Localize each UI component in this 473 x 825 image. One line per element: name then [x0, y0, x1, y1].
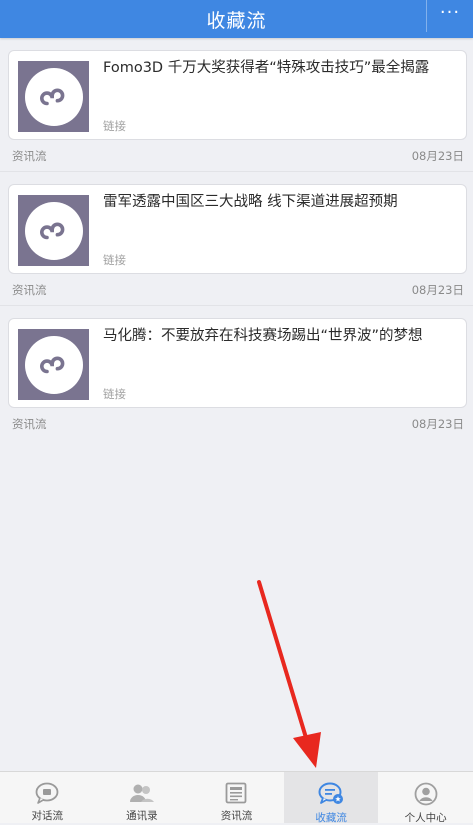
tab-label: 通讯录 — [126, 810, 158, 822]
tab-profile[interactable]: 个人中心 — [378, 772, 473, 824]
item-title: Fomo3D 千万大奖获得者“特殊攻击技巧”最全揭露 — [103, 60, 430, 76]
item-date: 08月23日 — [411, 417, 464, 431]
item-tag: 链接 — [103, 119, 126, 133]
item-title: 马化腾：不要放弃在科技赛场踢出“世界波”的梦想 — [103, 328, 423, 344]
item-meta: 资讯流 08月23日 — [12, 148, 464, 164]
tab-label: 对话流 — [31, 810, 64, 822]
link-card[interactable]: 马化腾：不要放弃在科技赛场踢出“世界波”的梦想 链接 — [8, 318, 467, 408]
chat-bubble-icon — [34, 782, 60, 804]
item-title: 雷军透露中国区三大战略 线下渠道进展超预期 — [103, 194, 398, 210]
miniprogram-link-icon — [24, 335, 83, 394]
item-date: 08月23日 — [411, 149, 464, 163]
item-source: 资讯流 — [12, 417, 47, 431]
item-source: 资讯流 — [12, 283, 47, 297]
bottom-tab-bar: 对话流 通讯录 资讯流 收藏流 个人中心 — [0, 771, 473, 824]
item-tag: 链接 — [103, 253, 126, 267]
thumbnail — [18, 329, 89, 400]
link-card[interactable]: Fomo3D 千万大奖获得者“特殊攻击技巧”最全揭露 链接 — [8, 50, 467, 140]
tab-chat[interactable]: 对话流 — [0, 772, 95, 823]
item-source: 资讯流 — [12, 149, 47, 163]
contacts-icon — [129, 782, 155, 804]
item-date: 08月23日 — [411, 283, 464, 297]
list-item[interactable]: 马化腾：不要放弃在科技赛场踢出“世界波”的梦想 链接 资讯流 08月23日 — [0, 306, 473, 440]
item-tag: 链接 — [103, 387, 126, 401]
more-dots-icon: ··· — [439, 2, 461, 23]
list-item[interactable]: Fomo3D 千万大奖获得者“特殊攻击技巧”最全揭露 链接 资讯流 08月23日 — [0, 38, 473, 172]
miniprogram-link-icon — [24, 67, 83, 126]
tab-label: 个人中心 — [404, 812, 447, 824]
app-header: 收藏流 ··· — [0, 0, 473, 38]
tab-contacts[interactable]: 通讯录 — [95, 772, 190, 823]
list-item[interactable]: 雷军透露中国区三大战略 线下渠道进展超预期 链接 资讯流 08月23日 — [0, 172, 473, 306]
thumbnail — [18, 61, 89, 132]
profile-icon — [413, 782, 439, 806]
tab-news[interactable]: 资讯流 — [189, 772, 284, 823]
favorites-feed: Fomo3D 千万大奖获得者“特殊攻击技巧”最全揭露 链接 资讯流 08月23日… — [0, 38, 473, 440]
thumbnail — [18, 195, 89, 266]
tab-favorites[interactable]: 收藏流 — [283, 772, 379, 824]
more-button[interactable]: ··· — [426, 0, 473, 32]
favorites-chat-icon — [318, 782, 344, 806]
tab-label: 资讯流 — [220, 810, 253, 822]
miniprogram-link-icon — [24, 201, 83, 260]
news-icon — [223, 782, 249, 804]
page-title: 收藏流 — [206, 9, 267, 32]
item-meta: 资讯流 08月23日 — [12, 416, 464, 432]
link-card[interactable]: 雷军透露中国区三大战略 线下渠道进展超预期 链接 — [8, 184, 467, 274]
tab-label: 收藏流 — [315, 812, 347, 824]
item-meta: 资讯流 08月23日 — [12, 282, 464, 298]
